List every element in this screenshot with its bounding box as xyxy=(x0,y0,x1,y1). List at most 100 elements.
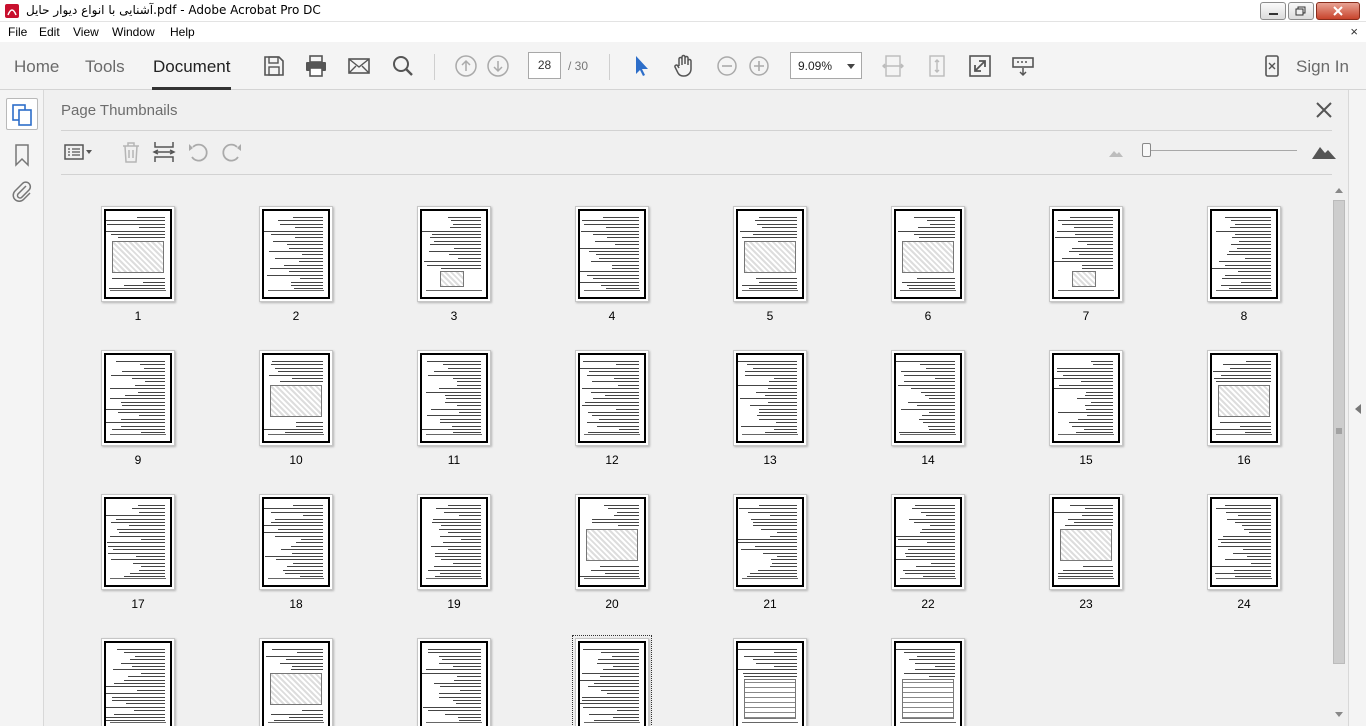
thumbnail-text-line xyxy=(110,374,165,376)
close-document-button[interactable]: × xyxy=(1350,24,1358,39)
thumbnail-text-line xyxy=(1068,518,1113,520)
thumbnail-text-line xyxy=(448,505,481,506)
page-thumbnail[interactable] xyxy=(417,350,491,446)
thumbnail-text-line xyxy=(457,384,481,386)
page-thumbnail[interactable] xyxy=(733,638,807,726)
large-thumbnails-icon[interactable] xyxy=(1311,138,1337,162)
thumbnail-text-line xyxy=(292,378,323,379)
delete-page-icon[interactable] xyxy=(119,140,143,164)
thumbnail-text-line xyxy=(618,525,639,527)
scrollbar-thumb[interactable] xyxy=(1333,200,1345,664)
page-thumbnail[interactable] xyxy=(259,638,333,726)
tab-document[interactable]: Document xyxy=(151,57,232,90)
page-thumbnail[interactable] xyxy=(259,206,333,302)
page-thumbnail[interactable] xyxy=(891,494,965,590)
next-page-icon[interactable] xyxy=(486,54,510,78)
thumbnail-text-line xyxy=(292,552,323,554)
page-thumbnail[interactable] xyxy=(101,494,175,590)
page-thumbnail[interactable] xyxy=(572,635,652,726)
thumbnail-text-line xyxy=(429,244,481,246)
tab-home[interactable]: Home xyxy=(14,57,59,77)
restore-button[interactable] xyxy=(1288,2,1314,20)
page-thumbnail[interactable] xyxy=(891,206,965,302)
page-thumbnail[interactable] xyxy=(259,494,333,590)
rotate-cw-icon[interactable] xyxy=(220,140,244,164)
thumbnail-scrollbar[interactable] xyxy=(1331,184,1348,726)
thumbnail-text-line xyxy=(1061,223,1113,225)
page-thumbnail[interactable] xyxy=(733,350,807,446)
thumbnail-text-line xyxy=(903,672,955,674)
page-thumbnail[interactable] xyxy=(101,206,175,302)
zoom-out-icon[interactable] xyxy=(715,54,739,78)
menu-view[interactable]: View xyxy=(73,25,99,39)
mobile-link-icon[interactable] xyxy=(1260,54,1284,78)
menu-edit[interactable]: Edit xyxy=(39,25,60,39)
zoom-in-icon[interactable] xyxy=(747,54,771,78)
page-thumbnail[interactable] xyxy=(101,350,175,446)
thumbnail-size-slider[interactable] xyxy=(1142,143,1151,157)
page-thumbnail[interactable] xyxy=(417,494,491,590)
prev-page-icon[interactable] xyxy=(454,54,478,78)
page-thumbnail[interactable] xyxy=(417,638,491,726)
page-thumbnail[interactable] xyxy=(891,350,965,446)
thumbnail-text-line xyxy=(738,542,797,544)
page-thumbnail[interactable] xyxy=(1049,350,1123,446)
fit-page-icon[interactable] xyxy=(925,54,949,78)
thumbnail-text-line xyxy=(601,285,639,286)
hand-tool-icon[interactable] xyxy=(672,54,696,78)
page-thumbnail[interactable] xyxy=(1207,206,1281,302)
thumbnail-text-line xyxy=(758,412,797,413)
select-tool-icon[interactable] xyxy=(630,54,654,78)
page-thumbnail[interactable] xyxy=(891,638,965,726)
thumbnail-figure xyxy=(744,679,796,719)
close-panel-icon[interactable] xyxy=(1314,100,1334,120)
right-pane-collapse[interactable] xyxy=(1348,90,1366,726)
options-icon[interactable] xyxy=(63,140,95,164)
scroll-up-arrow-icon[interactable] xyxy=(1335,188,1343,193)
close-window-button[interactable] xyxy=(1316,2,1360,20)
thumbnail-text-line xyxy=(613,666,639,667)
thumbnail-text-line xyxy=(580,271,639,273)
thumbnail-footer-line xyxy=(742,578,798,579)
attachments-icon[interactable] xyxy=(10,179,34,203)
page-thumbnail[interactable] xyxy=(259,350,333,446)
page-thumbnail[interactable] xyxy=(575,206,649,302)
page-thumbnail[interactable] xyxy=(1049,494,1123,590)
page-thumbnail[interactable] xyxy=(575,494,649,590)
print-icon[interactable] xyxy=(304,54,328,78)
restore-icon xyxy=(1295,6,1306,16)
page-thumbnail[interactable] xyxy=(1207,494,1281,590)
bookmarks-icon[interactable] xyxy=(10,143,34,167)
search-icon[interactable] xyxy=(391,54,415,78)
sign-in-link[interactable]: Sign In xyxy=(1296,57,1349,77)
tab-tools[interactable]: Tools xyxy=(85,57,125,77)
thumbnail-text-line xyxy=(587,686,639,688)
menu-file[interactable]: File xyxy=(8,25,27,39)
minimize-button[interactable] xyxy=(1260,2,1286,20)
thumbnail-page-border xyxy=(894,497,962,587)
page-thumbnail[interactable] xyxy=(417,206,491,302)
menu-window[interactable]: Window xyxy=(112,25,155,39)
thumbnail-text-line xyxy=(111,700,165,701)
thumbnail-text-line xyxy=(918,418,955,420)
insert-page-icon[interactable] xyxy=(152,140,176,164)
rotate-ccw-icon[interactable] xyxy=(186,140,210,164)
page-thumbnail[interactable] xyxy=(733,494,807,590)
page-thumbnail[interactable] xyxy=(1207,350,1281,446)
page-thumbnail[interactable] xyxy=(733,206,807,302)
more-tools-icon[interactable] xyxy=(1011,54,1035,78)
page-thumbnails-icon[interactable] xyxy=(10,103,34,127)
zoom-select[interactable]: 9.09% xyxy=(790,52,862,79)
scroll-down-arrow-icon[interactable] xyxy=(1335,712,1343,717)
current-page-input[interactable]: 28 xyxy=(528,52,561,79)
page-thumbnail[interactable] xyxy=(1049,206,1123,302)
menu-help[interactable]: Help xyxy=(170,25,195,39)
email-icon[interactable] xyxy=(347,54,371,78)
fit-width-icon[interactable] xyxy=(881,54,905,78)
page-thumbnail[interactable] xyxy=(101,638,175,726)
small-thumbnails-icon[interactable] xyxy=(1107,142,1125,160)
page-thumbnail[interactable] xyxy=(575,350,649,446)
save-icon[interactable] xyxy=(262,54,286,78)
full-screen-icon[interactable] xyxy=(968,54,992,78)
thumbnail-text-line xyxy=(1216,381,1271,383)
